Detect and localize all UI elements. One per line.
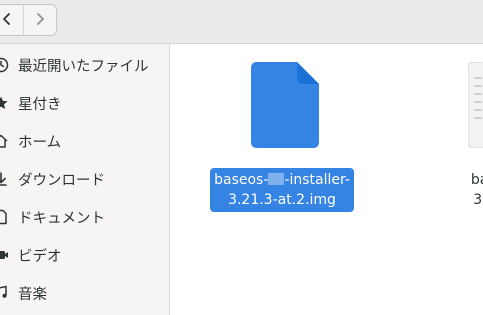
sidebar-item-label: 星付き (18, 96, 62, 113)
music-icon (0, 285, 9, 301)
file-name-label: baseos- -installer- 3.21.3-at.2.img (210, 168, 354, 212)
back-button[interactable] (0, 4, 24, 36)
download-icon (0, 171, 9, 187)
sidebar-item-label: 最近開いたファイル (18, 58, 149, 75)
sidebar-item-label: ビデオ (18, 248, 62, 265)
sidebar-item-starred[interactable]: 星付き (0, 84, 169, 122)
chevron-left-icon (0, 11, 14, 30)
header-bar (0, 0, 483, 44)
sidebar-item-music[interactable]: 音楽 (0, 274, 169, 312)
sidebar-item-home[interactable]: ホーム (0, 122, 169, 160)
sidebar-item-label: ホーム (18, 134, 62, 151)
sidebar-item-documents[interactable]: ドキュメント (0, 198, 169, 236)
video-icon (0, 247, 9, 263)
star-icon (0, 95, 9, 111)
generic-file-icon (467, 61, 483, 152)
document-icon (0, 209, 9, 225)
sidebar: 最近開いたファイル 星付き ホーム ダウンロード ドキュメント ビデオ 音楽 (0, 44, 170, 315)
sidebar-item-label: 音楽 (18, 286, 47, 303)
disk-image-file-icon (251, 62, 319, 152)
file-name-label: baseos- 3.21.3- (470, 172, 483, 208)
sidebar-item-label: ドキュメント (18, 210, 105, 227)
sidebar-item-recent[interactable]: 最近開いたファイル (0, 46, 169, 84)
sidebar-item-label: ダウンロード (18, 172, 105, 189)
redacted-text (268, 173, 285, 185)
sidebar-item-videos[interactable]: ビデオ (0, 236, 169, 274)
home-icon (0, 133, 9, 149)
forward-button[interactable] (23, 4, 57, 36)
chevron-right-icon (33, 11, 47, 30)
clock-icon (0, 57, 9, 73)
file-manager-window: 最近開いたファイル 星付き ホーム ダウンロード ドキュメント ビデオ 音楽 b… (0, 0, 483, 315)
file-view: baseos- -installer- 3.21.3-at.2.img b 3 (170, 44, 483, 315)
sidebar-item-downloads[interactable]: ダウンロード (0, 160, 169, 198)
